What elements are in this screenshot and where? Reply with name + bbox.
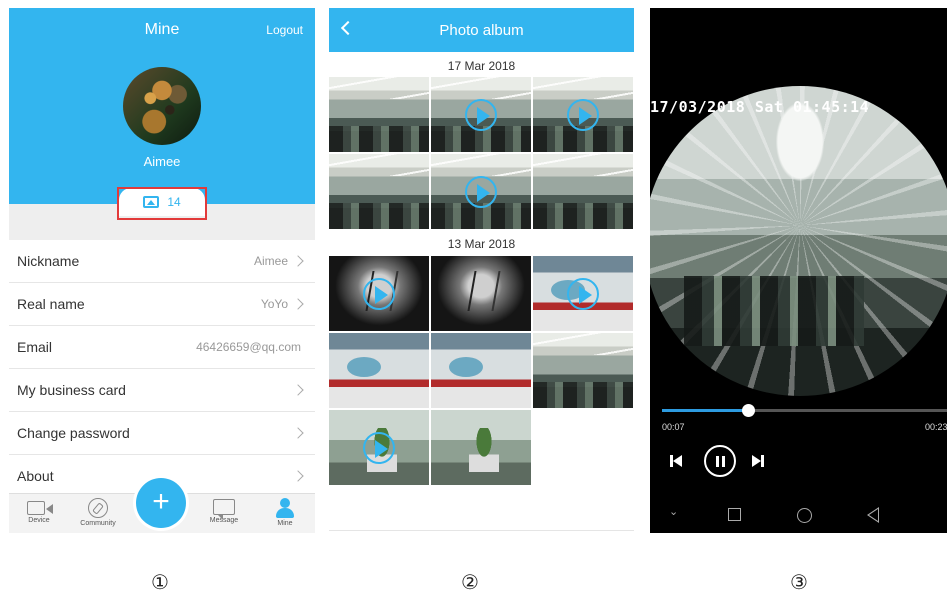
- pause-button[interactable]: [704, 445, 736, 477]
- menu-item-label: Real name: [17, 296, 85, 312]
- menu-item-real-name[interactable]: Real name YoYo: [9, 283, 315, 326]
- highlight-box: [117, 187, 207, 220]
- chevron-right-icon: [292, 255, 304, 267]
- video-thumbnail[interactable]: [329, 256, 429, 331]
- menu-item-change-password[interactable]: Change password: [9, 412, 315, 455]
- menu-item-label: Email: [17, 339, 53, 355]
- album-header: Photo album: [329, 8, 634, 52]
- play-icon: [465, 99, 497, 131]
- settings-menu: Nickname Aimee Real name YoYo Email 4642…: [9, 240, 315, 498]
- chevron-right-icon: [292, 384, 304, 396]
- figure-label-3: ③: [790, 570, 808, 594]
- menu-item-email[interactable]: Email 46426659@qq.com: [9, 326, 315, 369]
- back-triangle-icon[interactable]: [867, 507, 879, 523]
- play-icon: [567, 278, 599, 310]
- video-thumbnail[interactable]: [533, 256, 633, 331]
- seek-bar-handle[interactable]: [741, 404, 755, 417]
- photo-album-screen: Photo album 17 Mar 2018 13 Mar 2018: [329, 8, 634, 533]
- figure-label-1: ①: [151, 570, 169, 594]
- tab-label: Community: [80, 520, 116, 527]
- composite-screenshot: Mine Logout Aimee 14 Nickname Aimee Real…: [0, 0, 947, 596]
- photo-thumbnail[interactable]: [329, 154, 429, 229]
- menu-item-value: 46426659@qq.com: [196, 340, 301, 354]
- menu-item-nickname[interactable]: Nickname Aimee: [9, 240, 315, 283]
- tab-mine[interactable]: Mine: [259, 498, 311, 527]
- photo-thumbnail[interactable]: [329, 333, 429, 408]
- tab-label: Device: [28, 517, 50, 524]
- video-thumbnail[interactable]: [431, 154, 531, 229]
- chat-bubble-icon: [213, 499, 235, 520]
- video-camera-icon: [27, 501, 53, 515]
- add-button[interactable]: +: [136, 478, 186, 528]
- menu-item-label: Nickname: [17, 253, 80, 269]
- chevron-right-icon: [292, 470, 304, 482]
- chevron-right-icon: [292, 298, 304, 310]
- fisheye-video-frame[interactable]: [650, 86, 947, 396]
- menu-item-label: My business card: [17, 382, 126, 398]
- menu-item-value: Aimee: [253, 254, 288, 268]
- chevron-right-icon: [292, 427, 304, 439]
- user-name: Aimee: [143, 154, 181, 169]
- menu-item-business-card[interactable]: My business card: [9, 369, 315, 412]
- mine-screen: Mine Logout Aimee 14 Nickname Aimee Real…: [9, 8, 315, 533]
- person-icon: [274, 498, 296, 518]
- menu-item-label: Change password: [17, 425, 130, 441]
- seek-bar[interactable]: [662, 404, 947, 417]
- divider: [329, 530, 634, 531]
- photo-thumbnail[interactable]: [533, 154, 633, 229]
- home-circle-icon[interactable]: [797, 508, 812, 523]
- play-icon: [465, 176, 497, 208]
- video-timestamp-overlay: 17/03/2018 Sat 01:45:14: [650, 98, 870, 116]
- elapsed-time: 00:07: [662, 422, 685, 432]
- photo-thumbnail[interactable]: [329, 77, 429, 152]
- android-nav-bar: ⌄: [650, 498, 947, 533]
- recents-square-icon[interactable]: [728, 508, 741, 521]
- figure-label-2: ②: [461, 570, 479, 594]
- photo-thumbnail[interactable]: [533, 333, 633, 408]
- avatar[interactable]: [123, 67, 201, 145]
- video-thumbnail[interactable]: [533, 77, 633, 152]
- play-icon: [363, 278, 395, 310]
- chevron-down-icon[interactable]: ⌄: [669, 505, 678, 518]
- seek-bar-progress: [662, 409, 748, 412]
- play-icon: [567, 99, 599, 131]
- profile-header: Mine Logout Aimee: [9, 8, 315, 204]
- photo-thumbnail[interactable]: [431, 256, 531, 331]
- page-title: Photo album: [439, 22, 524, 39]
- total-time: 00:23: [925, 422, 947, 432]
- photo-thumbnail[interactable]: [431, 410, 531, 485]
- date-header: 13 Mar 2018: [447, 237, 516, 251]
- tab-community[interactable]: Community: [72, 498, 124, 527]
- compass-icon: [88, 498, 108, 518]
- photo-thumbnail[interactable]: [431, 333, 531, 408]
- play-icon: [363, 432, 395, 464]
- previous-track-icon[interactable]: [670, 453, 684, 469]
- tab-label: Mine: [277, 520, 293, 527]
- video-thumbnail[interactable]: [329, 410, 429, 485]
- video-player-screen: 17/03/2018 Sat 01:45:14 00:07 00:23 ⌄: [650, 8, 947, 533]
- tab-message[interactable]: Message: [198, 498, 250, 524]
- date-header: 17 Mar 2018: [447, 59, 516, 73]
- tab-device[interactable]: Device: [13, 498, 65, 524]
- menu-item-value: YoYo: [260, 297, 288, 311]
- video-thumbnail[interactable]: [431, 77, 531, 152]
- logout-button[interactable]: Logout: [266, 23, 303, 37]
- tab-label: Message: [209, 517, 239, 524]
- next-track-icon[interactable]: [752, 453, 766, 469]
